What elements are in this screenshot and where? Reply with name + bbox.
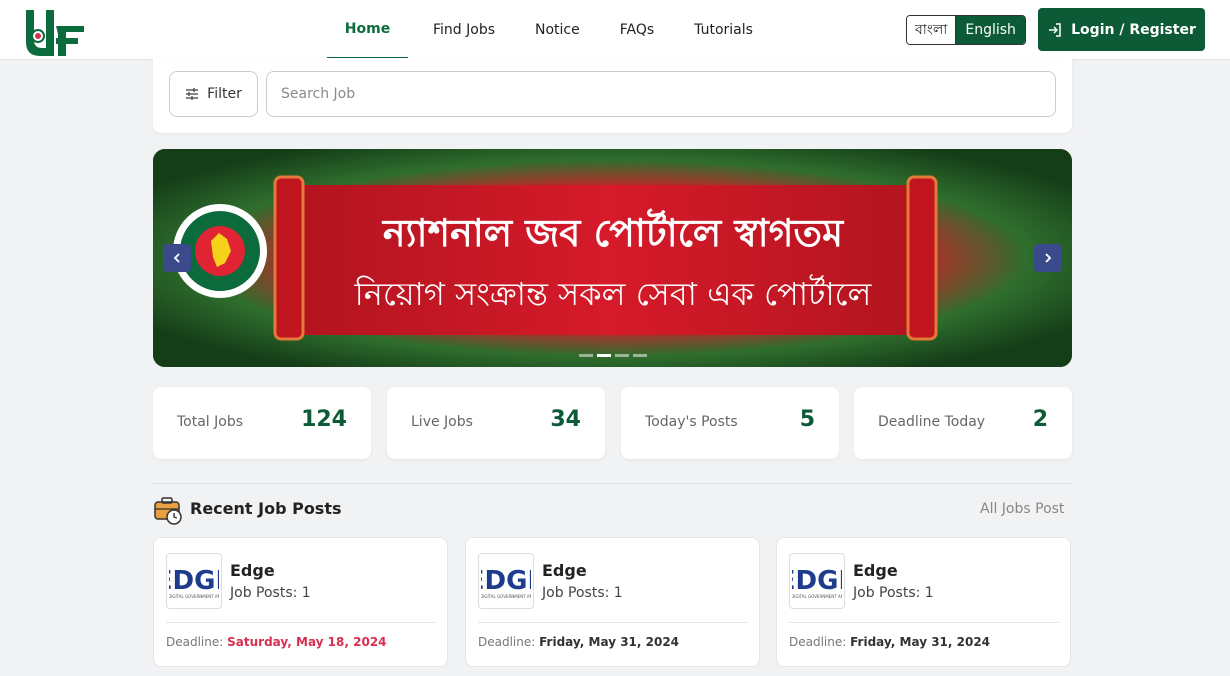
company-name: Edge <box>230 561 275 580</box>
filter-label: Filter <box>207 86 242 102</box>
site-logo[interactable] <box>22 6 86 58</box>
card-divider <box>166 622 436 623</box>
company-name: Edge <box>853 561 898 580</box>
hero-carousel: ন্যাশনাল জব পোর্টালে স্বাগতম নিয়োগ সংক্… <box>153 149 1072 367</box>
card-divider <box>478 622 748 623</box>
carousel-indicators <box>579 354 647 357</box>
chevron-left-icon <box>173 253 180 263</box>
card-divider <box>789 622 1059 623</box>
all-jobs-link[interactable]: All Jobs Post <box>980 501 1064 517</box>
carousel-dot[interactable] <box>633 354 647 357</box>
svg-text:ENHANCING DIGITAL GOVERNMENT A: ENHANCING DIGITAL GOVERNMENT AND ECONOMY <box>792 594 842 599</box>
stat-label: Deadline Today <box>878 414 986 430</box>
nav-find-jobs[interactable]: Find Jobs <box>413 0 515 60</box>
stat-live-jobs: Live Jobs 34 <box>387 387 605 459</box>
deadline-label: Deadline: <box>789 635 847 649</box>
stat-value: 34 <box>550 407 581 432</box>
deadline-date: Saturday, May 18, 2024 <box>227 635 387 649</box>
deadline-date: Friday, May 31, 2024 <box>850 635 991 649</box>
job-deadline: Deadline: Friday, May 31, 2024 <box>478 635 679 649</box>
company-logo: EDGEENHANCING DIGITAL GOVERNMENT AND ECO… <box>166 553 222 609</box>
search-job-input[interactable] <box>266 71 1056 117</box>
login-register-button[interactable]: Login / Register <box>1038 8 1205 51</box>
carousel-dot-active[interactable] <box>597 354 611 357</box>
stat-todays-posts: Today's Posts 5 <box>621 387 839 459</box>
language-switcher: বাংলা English <box>906 15 1026 45</box>
login-register-label: Login / Register <box>1071 21 1196 38</box>
top-navbar: Home Find Jobs Notice FAQs Tutorials বাং… <box>0 0 1230 60</box>
carousel-dot[interactable] <box>579 354 593 357</box>
nav-home[interactable]: Home <box>327 0 408 60</box>
svg-text:ENHANCING DIGITAL GOVERNMENT A: ENHANCING DIGITAL GOVERNMENT AND ECONOMY <box>169 594 219 599</box>
stat-value: 2 <box>1032 407 1048 432</box>
svg-text:ENHANCING DIGITAL GOVERNMENT A: ENHANCING DIGITAL GOVERNMENT AND ECONOMY <box>481 594 531 599</box>
lang-bangla-button[interactable]: বাংলা <box>907 16 957 44</box>
stat-label: Today's Posts <box>645 414 738 430</box>
nav-tutorials[interactable]: Tutorials <box>674 0 773 60</box>
lang-english-button[interactable]: English <box>956 16 1025 44</box>
sliders-icon <box>186 88 199 100</box>
carousel-dot[interactable] <box>615 354 629 357</box>
nav-faqs[interactable]: FAQs <box>600 0 674 60</box>
login-icon <box>1049 22 1061 37</box>
section-divider <box>153 483 1072 484</box>
section-title: Recent Job Posts <box>190 499 342 518</box>
stat-label: Total Jobs <box>177 414 244 430</box>
main-nav: Home Find Jobs Notice FAQs Tutorials <box>327 0 773 60</box>
job-posts-count: Job Posts: 1 <box>230 585 311 601</box>
svg-text:EDGE: EDGE <box>169 566 219 596</box>
company-logo: EDGEENHANCING DIGITAL GOVERNMENT AND ECO… <box>789 553 845 609</box>
banner-subheadline: নিয়োগ সংক্রান্ত সকল সেবা এক পোর্টালে <box>354 275 872 313</box>
company-name: Edge <box>542 561 587 580</box>
job-posts-count: Job Posts: 1 <box>853 585 934 601</box>
svg-text:EDGE: EDGE <box>481 566 531 596</box>
job-deadline: Deadline: Friday, May 31, 2024 <box>789 635 990 649</box>
job-posts-count: Job Posts: 1 <box>542 585 623 601</box>
search-card: Filter <box>153 58 1072 133</box>
deadline-date: Friday, May 31, 2024 <box>539 635 680 649</box>
stat-label: Live Jobs <box>411 414 473 430</box>
job-card[interactable]: EDGEENHANCING DIGITAL GOVERNMENT AND ECO… <box>776 537 1071 667</box>
carousel-prev-button[interactable] <box>163 244 191 272</box>
banner-headline: ন্যাশনাল জব পোর্টালে স্বাগতম <box>382 211 844 255</box>
job-card[interactable]: EDGEENHANCING DIGITAL GOVERNMENT AND ECO… <box>465 537 760 667</box>
deadline-label: Deadline: <box>166 635 224 649</box>
stat-total-jobs: Total Jobs 124 <box>153 387 371 459</box>
carousel-next-button[interactable] <box>1034 244 1062 272</box>
briefcase-clock-icon <box>154 497 182 525</box>
svg-text:EDGE: EDGE <box>792 566 842 596</box>
job-card[interactable]: EDGEENHANCING DIGITAL GOVERNMENT AND ECO… <box>153 537 448 667</box>
stat-value: 5 <box>799 407 815 432</box>
chevron-right-icon <box>1045 253 1052 263</box>
deadline-label: Deadline: <box>478 635 536 649</box>
stat-deadline-today: Deadline Today 2 <box>854 387 1072 459</box>
filter-button[interactable]: Filter <box>169 71 258 117</box>
stat-value: 124 <box>301 407 347 432</box>
job-deadline: Deadline: Saturday, May 18, 2024 <box>166 635 387 649</box>
nav-notice[interactable]: Notice <box>515 0 600 60</box>
company-logo: EDGEENHANCING DIGITAL GOVERNMENT AND ECO… <box>478 553 534 609</box>
